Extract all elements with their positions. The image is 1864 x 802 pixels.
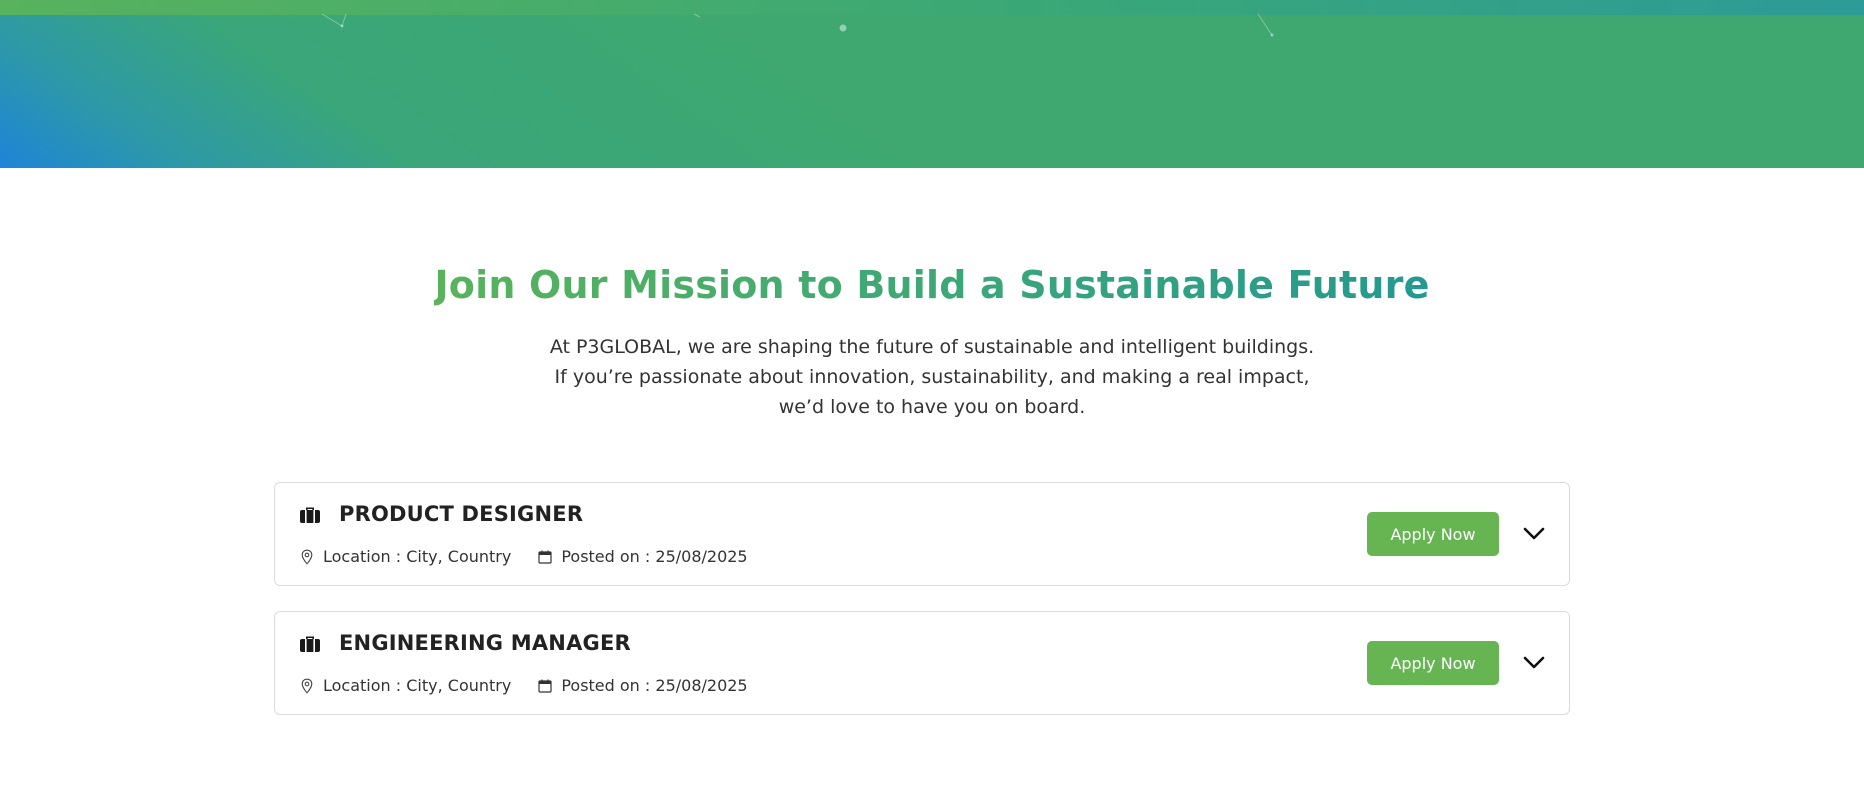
calendar-icon <box>538 550 552 564</box>
hero-banner <box>0 0 1864 168</box>
job-location: Location : City, Country <box>299 547 511 566</box>
hero-network-decoration <box>321 13 1274 37</box>
job-card-product-designer[interactable]: PRODUCT DESIGNER Location : City, Countr… <box>274 482 1570 586</box>
apply-now-button[interactable]: Apply Now <box>1367 512 1499 556</box>
job-posted-text: Posted on : 25/08/2025 <box>561 547 748 566</box>
briefcase-icon <box>300 507 320 523</box>
map-pin-icon <box>301 678 313 694</box>
job-posted-date: Posted on : 25/08/2025 <box>537 547 748 566</box>
briefcase-icon <box>300 636 320 652</box>
chevron-down-icon[interactable] <box>1521 650 1547 676</box>
chevron-down-icon[interactable] <box>1521 521 1547 547</box>
job-meta: Location : City, Country Posted on : 25/… <box>299 676 774 695</box>
job-meta: Location : City, Country Posted on : 25/… <box>299 547 774 566</box>
job-location-text: Location : City, Country <box>323 676 512 695</box>
calendar-icon <box>538 679 552 693</box>
job-title: ENGINEERING MANAGER <box>339 631 631 655</box>
job-list: PRODUCT DESIGNER Location : City, Countr… <box>274 482 1570 740</box>
job-card-engineering-manager[interactable]: ENGINEERING MANAGER Location : City, Cou… <box>274 611 1570 715</box>
job-location-text: Location : City, Country <box>323 547 512 566</box>
apply-now-button[interactable]: Apply Now <box>1367 641 1499 685</box>
job-title-row: PRODUCT DESIGNER <box>299 499 583 529</box>
page-title: Join Our Mission to Build a Sustainable … <box>434 258 1429 312</box>
job-posted-text: Posted on : 25/08/2025 <box>561 676 748 695</box>
map-pin-icon <box>301 549 313 565</box>
job-title-row: ENGINEERING MANAGER <box>299 628 631 658</box>
job-location: Location : City, Country <box>299 676 511 695</box>
job-title: PRODUCT DESIGNER <box>339 502 584 526</box>
job-posted-date: Posted on : 25/08/2025 <box>537 676 748 695</box>
intro-description: At P3GLOBAL, we are shaping the future o… <box>549 336 1315 418</box>
careers-intro: Join Our Mission to Build a Sustainable … <box>0 258 1864 422</box>
